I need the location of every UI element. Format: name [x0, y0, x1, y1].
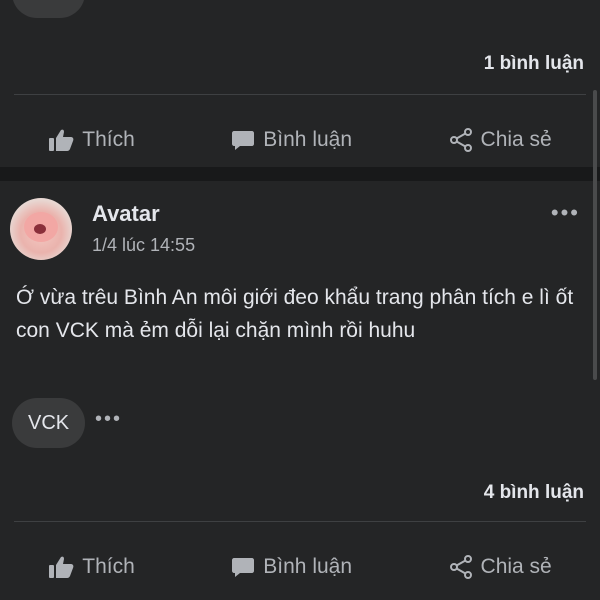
comment-count[interactable]: 4 bình luận — [484, 482, 584, 504]
vck-chip[interactable]: VCK — [12, 0, 86, 18]
comment-bubble-icon — [232, 558, 255, 577]
avatar[interactable] — [10, 198, 72, 260]
share-icon — [449, 555, 472, 579]
post-actions-bar: Thích Bình luận Chia sẻ — [0, 115, 600, 165]
comment-label: Bình luận — [263, 555, 353, 578]
like-label: Thích — [82, 128, 135, 151]
author-name[interactable]: Avatar — [92, 201, 160, 227]
comment-button[interactable]: Bình luận — [231, 555, 352, 579]
comment-button[interactable]: Bình luận — [231, 128, 352, 152]
thumbs-up-icon — [49, 129, 74, 151]
share-label: Chia sẻ — [480, 128, 552, 151]
comment-count[interactable]: 1 bình luận — [484, 53, 584, 75]
more-options-icon[interactable]: ••• — [551, 200, 580, 226]
vck-chip[interactable]: VCK — [12, 398, 86, 448]
avatar-mouth — [34, 224, 46, 234]
share-button[interactable]: Chia sẻ — [449, 128, 552, 152]
comment-label: Bình luận — [263, 128, 353, 151]
like-button[interactable]: Thích — [48, 128, 135, 152]
share-button[interactable]: Chia sẻ — [449, 555, 552, 579]
post-text: Ớ vừa trêu Bình An môi giới đeo khẩu tra… — [16, 286, 574, 342]
share-icon — [449, 128, 472, 152]
feed-screen: VCK 1 bình luận Thích Bình luận — [0, 0, 600, 600]
more-dots-icon[interactable]: ••• — [95, 408, 122, 431]
scrollbar[interactable] — [593, 90, 597, 380]
divider — [14, 94, 586, 95]
like-button[interactable]: Thích — [48, 555, 135, 579]
post-timestamp[interactable]: 1/4 lúc 14:55 — [92, 235, 195, 256]
share-label: Chia sẻ — [480, 555, 552, 578]
post-card-1: VCK 1 bình luận Thích Bình luận — [0, 0, 600, 166]
post-actions-bar: Thích Bình luận Chia sẻ — [0, 542, 600, 592]
comment-bubble-icon — [232, 131, 255, 150]
divider — [14, 521, 586, 522]
post-separator — [0, 167, 600, 181]
thumbs-up-icon — [49, 556, 74, 578]
like-label: Thích — [82, 555, 135, 578]
